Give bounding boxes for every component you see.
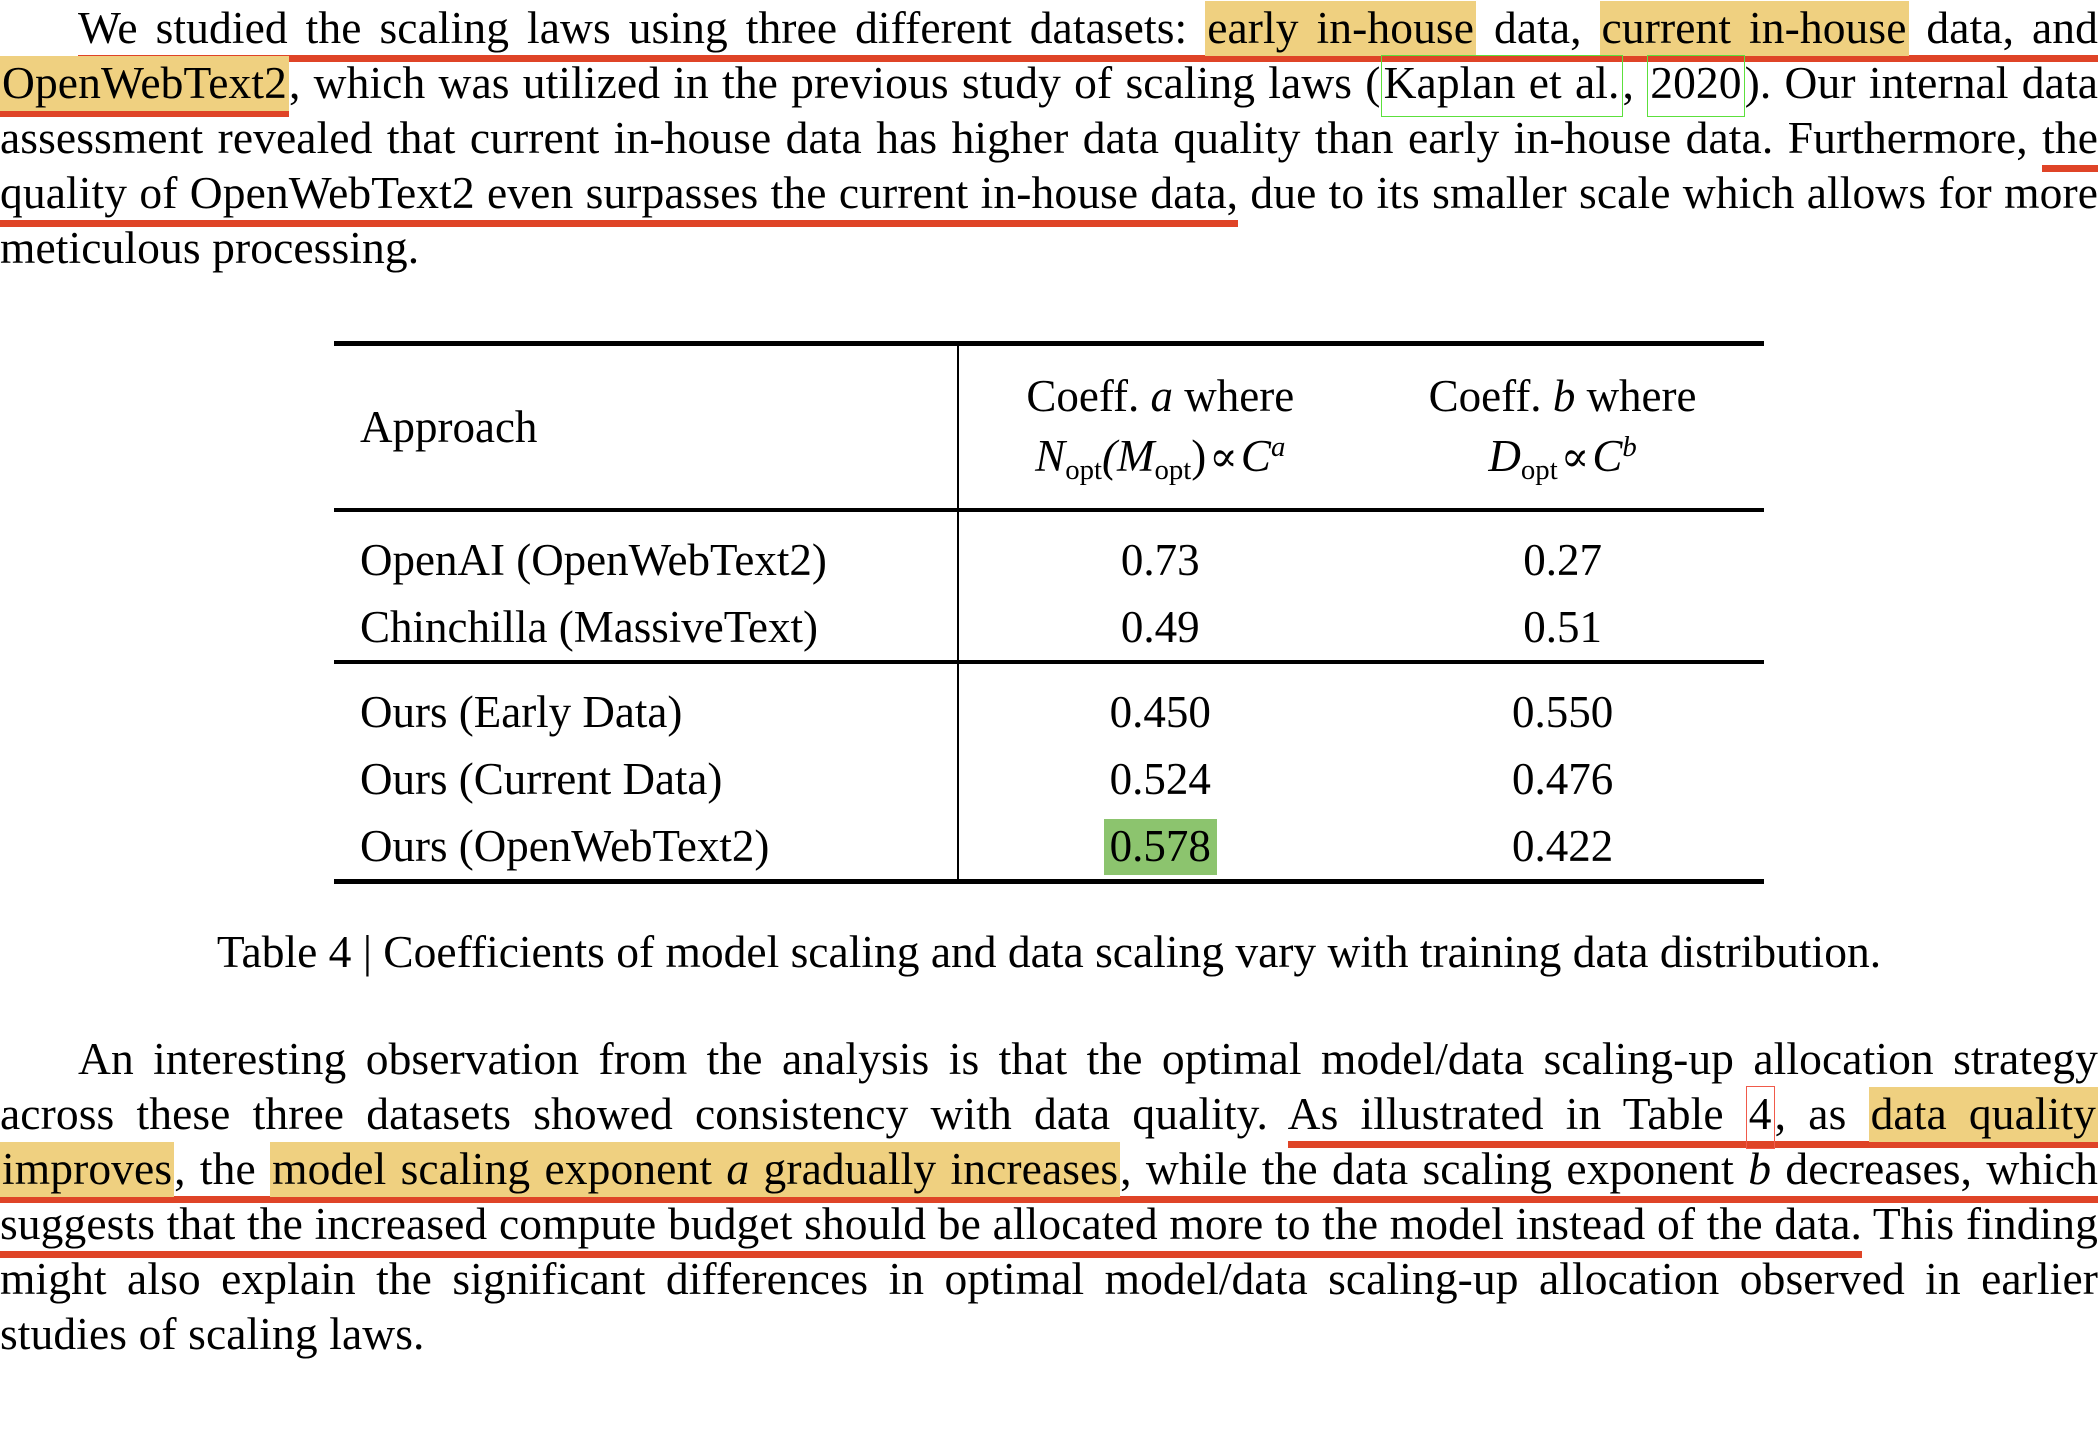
highlight-model-scaling-exponent: model scaling exponent a gradually incre… (270, 1142, 1121, 1197)
paragraph-scaling-laws-datasets: We studied the scaling laws using three … (0, 0, 2098, 275)
table-4-container: Approach Coeff. a where Nopt(Mopt)∝Ca Co… (0, 341, 2098, 886)
cell-coeff-b: 0.550 (1511, 686, 1614, 737)
table-header-row: Approach Coeff. a where Nopt(Mopt)∝Ca Co… (334, 343, 1764, 511)
cell-approach: Ours (Early Data) (360, 686, 683, 737)
header-coeff-a-formula: Nopt(Mopt)∝Ca (1035, 431, 1286, 487)
table-reference-link[interactable]: 4 (1745, 1086, 1775, 1149)
table-row: Ours (OpenWebText2) 0.578 0.422 (334, 812, 1764, 882)
header-coeff-b: Coeff. b where Dopt∝Cb (1361, 344, 1764, 511)
text-run: As illustrated in Table (1287, 1088, 1746, 1139)
caption-separator: | (362, 926, 372, 977)
table-4-caption: Table 4 | Coefficients of model scaling … (0, 924, 2098, 979)
table-bottom-rule (334, 881, 1764, 886)
cell-approach: OpenAI (OpenWebText2) (360, 534, 827, 585)
cell-coeff-a: 0.450 (957, 662, 1362, 745)
cell-coeff-b: 0.51 (1523, 601, 1602, 652)
header-coeff-a: Coeff. a where Nopt(Mopt)∝Ca (957, 343, 1362, 510)
table-footer-rule (334, 881, 1764, 886)
table-row: Ours (Early Data) 0.450 0.550 (334, 662, 1764, 745)
table-row: Chinchilla (MassiveText) 0.49 0.51 (334, 593, 1764, 662)
math-italic-a: a (726, 1143, 750, 1194)
header-coeff-b-formula: Dopt∝Cb (1488, 431, 1637, 487)
highlight-openwebtext2: OpenWebText2 (0, 56, 289, 111)
table-group-prior-work: OpenAI (OpenWebText2) 0.73 0.27 Chinchil… (334, 510, 1764, 662)
text-run: , while the data scaling exponent (1120, 1143, 1749, 1194)
paragraph-scaling-allocation: An interesting observation from the anal… (0, 1031, 2098, 1361)
cell-value-highlight: 0.578 (1103, 818, 1217, 875)
proportional-icon: ∝ (1209, 434, 1238, 481)
text-run: , (1622, 57, 1648, 108)
text-run: , the (174, 1143, 271, 1194)
table-group-ours: Ours (Early Data) 0.450 0.550 Ours (Curr… (334, 662, 1764, 882)
cell-approach: Chinchilla (MassiveText) (360, 601, 818, 652)
rule-cell (1361, 882, 1764, 885)
cell-coeff-b: 0.476 (1511, 753, 1614, 804)
caption-text: Coefficients of model scaling and data s… (383, 926, 1882, 977)
text-run: , which was utilized in the previous stu… (288, 57, 1381, 108)
cell-approach: Ours (OpenWebText2) (360, 820, 770, 871)
header-approach: Approach (360, 402, 538, 452)
table-row: OpenAI (OpenWebText2) 0.73 0.27 (334, 510, 1764, 593)
text-run: We studied the scaling laws using three … (78, 2, 1206, 53)
text-run: data, and (1908, 2, 2098, 53)
table-scaling-coefficients: Approach Coeff. a where Nopt(Mopt)∝Ca Co… (334, 341, 1764, 886)
math-italic-b: b (1748, 1143, 1772, 1194)
text-run: , as (1774, 1088, 1869, 1139)
cell-approach: Ours (Current Data) (360, 753, 723, 804)
text-run: data, (1476, 2, 1600, 53)
highlight-early-in-house: early in-house (1205, 1, 1477, 56)
cell-coeff-a-highlighted: 0.578 (957, 812, 1362, 882)
cell-coeff-a: 0.49 (957, 593, 1362, 662)
table-header: Approach Coeff. a where Nopt(Mopt)∝Ca Co… (334, 343, 1764, 511)
header-coeff-b-line1: Coeff. b where (1428, 371, 1697, 421)
cell-coeff-a: 0.524 (957, 745, 1362, 812)
caption-label: Table 4 (216, 926, 352, 977)
paper-page: We studied the scaling laws using three … (0, 0, 2098, 1452)
rule-cell (958, 882, 1361, 885)
citation-link-2020[interactable]: 2020 (1647, 55, 1745, 117)
rule-cell (334, 882, 958, 885)
text-run: model scaling exponent (272, 1143, 727, 1194)
cell-coeff-a: 0.73 (957, 510, 1362, 593)
citation-link-kaplan[interactable]: Kaplan et al. (1380, 55, 1623, 117)
text-run: gradually increases (749, 1143, 1119, 1194)
cell-coeff-b: 0.422 (1511, 820, 1614, 871)
highlight-current-in-house: current in-house (1599, 1, 1909, 56)
header-coeff-a-line1: Coeff. a where (1026, 371, 1295, 421)
cell-coeff-b: 0.27 (1523, 534, 1602, 585)
table-row: Ours (Current Data) 0.524 0.476 (334, 745, 1764, 812)
proportional-icon: ∝ (1560, 434, 1590, 481)
